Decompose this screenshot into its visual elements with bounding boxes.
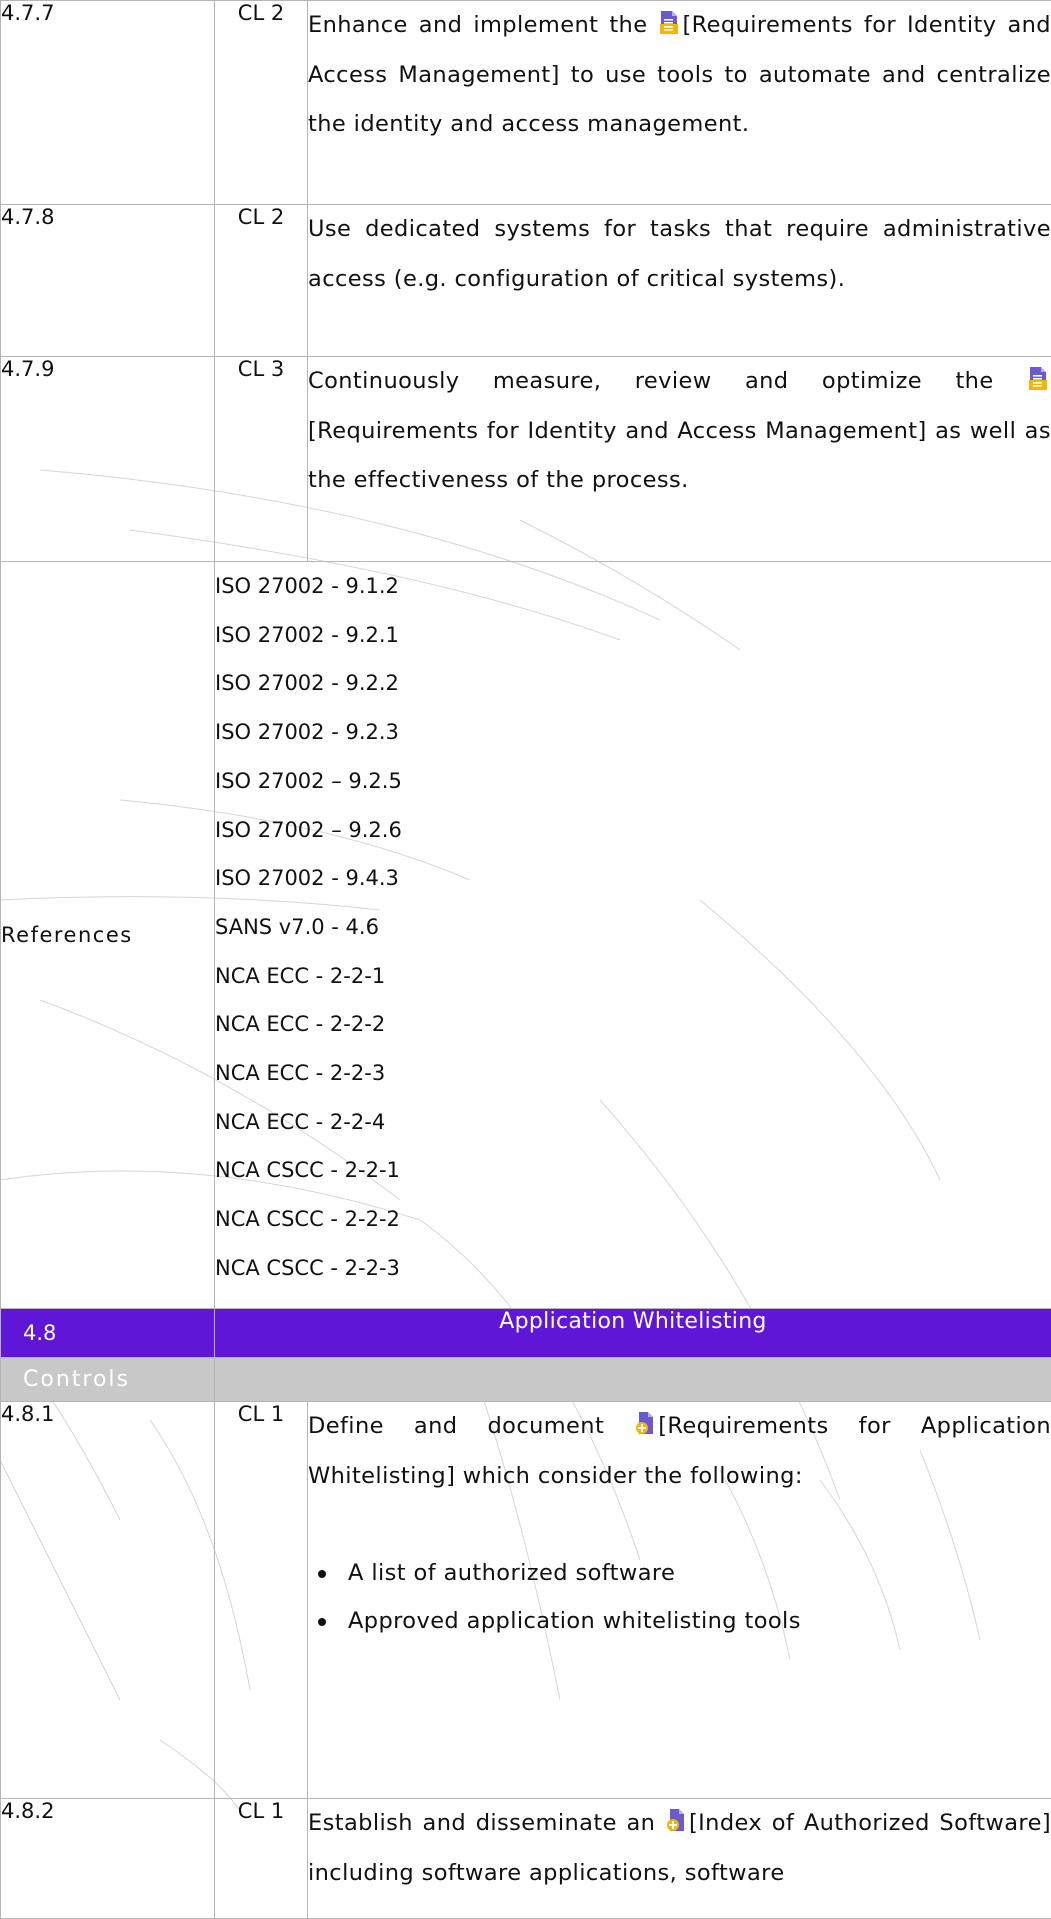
control-level: CL 1 (215, 1799, 308, 1919)
table-row: 4.8.1 CL 1 Define and document [Requirem… (1, 1402, 1051, 1799)
reference-item: ISO 27002 - 9.4.3 (215, 854, 1051, 903)
document-icon[interactable] (1029, 359, 1047, 383)
reference-item: NCA ECC - 2-2-2 (215, 1000, 1051, 1049)
control-text: Continuously measure, review and optimiz… (308, 357, 1051, 562)
control-level: CL 1 (215, 1402, 308, 1799)
bullet-list: A list of authorized software Approved a… (308, 1549, 1051, 1645)
control-id: 4.7.9 (1, 357, 215, 562)
control-level: CL 2 (215, 205, 308, 357)
control-text-part: Establish and disseminate an (308, 1810, 665, 1836)
references-label: References (1, 562, 215, 1309)
reference-item: ISO 27002 – 9.2.6 (215, 806, 1051, 855)
reference-item: NCA ECC - 2-2-3 (215, 1049, 1051, 1098)
table-row: 4.7.7 CL 2 Enhance and implement the [Re… (1, 1, 1051, 205)
bullet-item: Approved application whitelisting tools (348, 1597, 1051, 1645)
reference-item: ISO 27002 – 9.2.5 (215, 757, 1051, 806)
reference-item: NCA CSCC - 2-2-2 (215, 1195, 1051, 1244)
reference-item: NCA CSCC - 2-2-3 (215, 1244, 1051, 1293)
control-id: 4.8.1 (1, 1402, 215, 1799)
control-level: CL 3 (215, 357, 308, 562)
table-row: 4.8.2 CL 1 Establish and disseminate an … (1, 1799, 1051, 1919)
control-text: Establish and disseminate an [Index of A… (308, 1799, 1051, 1919)
control-text: Use dedicated systems for tasks that req… (308, 205, 1051, 357)
reference-item: NCA ECC - 2-2-1 (215, 952, 1051, 1001)
controls-header-fill (215, 1358, 1051, 1402)
table-row: 4.7.9 CL 3 Continuously measure, review … (1, 357, 1051, 562)
table-row: 4.7.8 CL 2 Use dedicated systems for tas… (1, 205, 1051, 357)
controls-table: 4.7.7 CL 2 Enhance and implement the [Re… (0, 0, 1051, 1919)
control-id: 4.8.2 (1, 1799, 215, 1919)
control-text-part: Continuously measure, review and optimiz… (308, 368, 1027, 394)
reference-item: NCA ECC - 2-2-4 (215, 1098, 1051, 1147)
references-row: References ISO 27002 - 9.1.2 ISO 27002 -… (1, 562, 1051, 1309)
control-id: 4.7.8 (1, 205, 215, 357)
document-icon[interactable] (660, 3, 678, 27)
control-level: CL 2 (215, 1, 308, 205)
control-text: Define and document [Requirements for Ap… (308, 1402, 1051, 1799)
controls-label: Controls (1, 1358, 215, 1402)
section-header-row: 4.8 Application Whitelisting (1, 1309, 1051, 1358)
reference-item: ISO 27002 - 9.2.1 (215, 611, 1051, 660)
new-document-icon[interactable] (667, 1801, 685, 1825)
reference-item: NCA CSCC - 2-2-1 (215, 1146, 1051, 1195)
bullet-item: A list of authorized software (348, 1549, 1051, 1597)
controls-header-row: Controls (1, 1358, 1051, 1402)
section-id: 4.8 (1, 1309, 215, 1358)
control-text: Enhance and implement the [Requirements … (308, 1, 1051, 205)
references-list: ISO 27002 - 9.1.2 ISO 27002 - 9.2.1 ISO … (215, 562, 1051, 1309)
spacer (308, 1501, 1051, 1549)
reference-item: ISO 27002 - 9.2.2 (215, 659, 1051, 708)
control-text-part: Define and document (308, 1413, 634, 1439)
control-text-part: [Requirements for Identity and Access Ma… (308, 418, 1051, 494)
section-title: Application Whitelisting (215, 1309, 1051, 1358)
reference-item: SANS v7.0 - 4.6 (215, 903, 1051, 952)
control-text-part: Enhance and implement the (308, 12, 658, 38)
reference-item: ISO 27002 - 9.2.3 (215, 708, 1051, 757)
new-document-icon[interactable] (636, 1404, 654, 1428)
control-id: 4.7.7 (1, 1, 215, 205)
reference-item: ISO 27002 - 9.1.2 (215, 562, 1051, 611)
